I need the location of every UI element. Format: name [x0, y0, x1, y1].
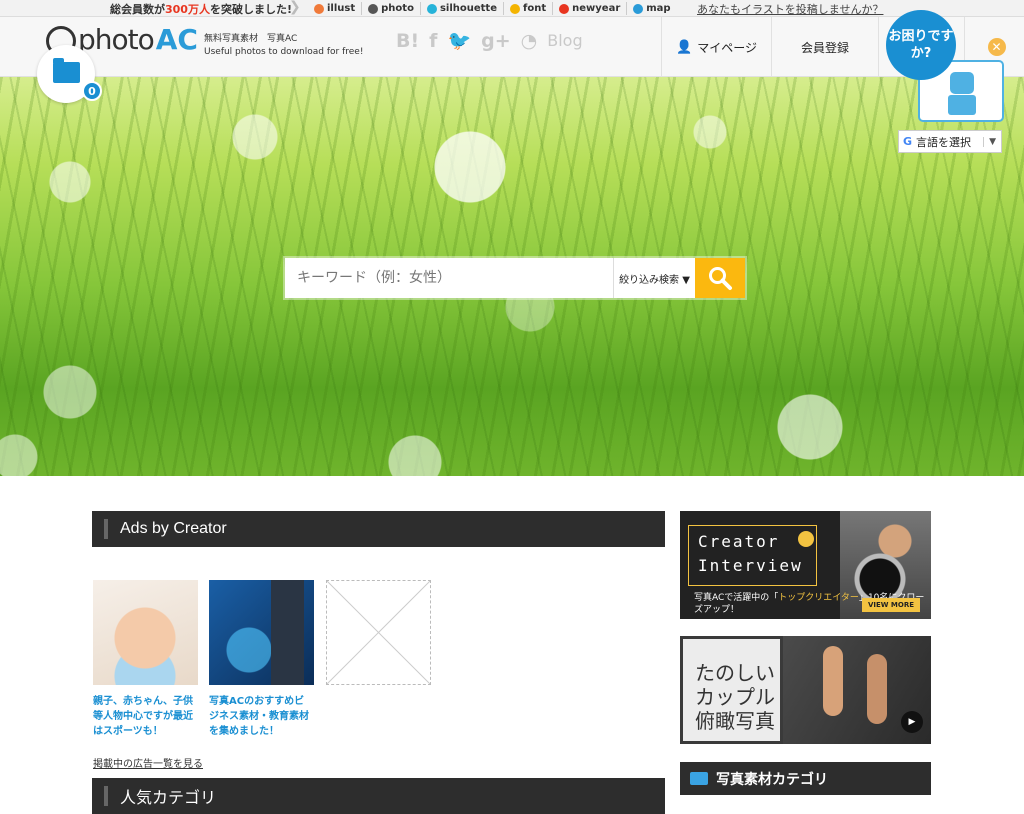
search-input[interactable]	[285, 258, 613, 298]
ad-thumbnail-baby[interactable]	[93, 580, 198, 685]
favorites-folder[interactable]: 0	[37, 45, 102, 103]
help-bubble[interactable]: お困りですか?	[886, 10, 956, 80]
newyear-icon	[559, 3, 570, 14]
placeholder-cross-icon	[326, 580, 431, 685]
illust-icon	[314, 3, 324, 14]
search-icon	[709, 267, 732, 290]
dropdown-arrow-icon: ▼	[983, 136, 1001, 147]
person-figure	[823, 646, 843, 716]
facebook-icon[interactable]: f	[429, 30, 437, 52]
social-links: B! f 🐦 g+ ◔ Blog	[396, 29, 593, 53]
couple-photo-banner[interactable]: たのしい カップル 俯瞰写真 ▶	[680, 636, 931, 744]
rss-icon[interactable]: ◔	[521, 30, 538, 52]
person-figure	[867, 654, 887, 724]
creator-interview-title: Creator Interview	[688, 525, 817, 586]
user-icon: 👤	[676, 39, 693, 55]
twitter-icon[interactable]: 🐦	[447, 29, 471, 52]
blog-link[interactable]: Blog	[547, 31, 582, 50]
google-icon: G	[903, 135, 913, 148]
member-count: 300万人	[165, 3, 210, 16]
map-icon	[633, 3, 644, 14]
ad-item-empty	[326, 580, 431, 685]
couple-image: ▶	[783, 636, 931, 744]
folder-icon	[690, 772, 708, 785]
banner-text: たのしい カップル 俯瞰写真	[695, 661, 775, 733]
ad-placeholder	[326, 580, 431, 685]
ads-section-header: Ads by Creator	[92, 511, 665, 547]
site-link-silhouette[interactable]: silhouette	[421, 2, 504, 15]
tagline: 無料写真素材 写真AC Useful photos to download fo…	[204, 34, 364, 57]
top-bar: 総会員数が300万人を突破しました! ❯ illust photo silhou…	[0, 0, 1024, 17]
robot-body	[948, 95, 976, 115]
filter-search-button[interactable]: 絞り込み検索 ▼	[613, 258, 695, 298]
silhouette-icon	[426, 3, 437, 14]
site-link-map[interactable]: map	[627, 2, 676, 15]
popular-categories-header: 人気カテゴリ	[92, 778, 665, 814]
font-icon	[510, 3, 520, 14]
close-icon[interactable]: ✕	[987, 38, 1006, 56]
hatena-bookmark-icon[interactable]: B!	[396, 30, 419, 52]
site-link-newyear[interactable]: newyear	[553, 2, 628, 15]
ads-list-link[interactable]: 掲載中の広告一覧を見る	[93, 755, 203, 770]
site-header: photo AC 無料写真素材 写真AC Useful photos to dow…	[0, 17, 1024, 77]
play-icon[interactable]: ▶	[901, 711, 923, 733]
ad-item[interactable]: 親子、赤ちゃん、子供等人物中心ですが最近はスポーツも！	[93, 580, 198, 739]
creator-logo-icon	[798, 531, 814, 547]
ad-thumbnail-business[interactable]	[209, 580, 314, 685]
photo-icon	[368, 3, 379, 14]
mypage-button[interactable]: 👤 マイページ	[661, 17, 771, 77]
register-button[interactable]: 会員登録	[771, 17, 878, 77]
photo-category-header: 写真素材カテゴリ	[680, 762, 931, 795]
banner-text-panel: たのしい カップル 俯瞰写真	[680, 636, 783, 744]
member-notice: 総会員数が300万人を突破しました!	[110, 3, 292, 16]
site-link-font[interactable]: font	[504, 2, 554, 15]
robot-icon	[950, 72, 974, 94]
ad-item[interactable]: 写真ACのおすすめビジネス素材・教育素材を集めました！	[209, 580, 314, 739]
post-illust-link[interactable]: あなたもイラストを投稿しませんか？	[697, 1, 883, 17]
ad-caption[interactable]: 親子、赤ちゃん、子供等人物中心ですが最近はスポーツも！	[93, 694, 198, 739]
site-links: illust photo silhouette font newyear map	[308, 2, 677, 15]
folder-count-badge: 0	[82, 81, 102, 101]
language-selector[interactable]: G 言語を選択 ▼	[898, 130, 1002, 153]
folder-icon	[53, 58, 80, 83]
creator-interview-banner[interactable]: Creator Interview 写真ACで活躍中の「トップクリエイター」10…	[680, 511, 931, 619]
site-link-illust[interactable]: illust	[308, 2, 363, 15]
site-link-photo[interactable]: photo	[362, 2, 421, 15]
search-bar: 絞り込み検索 ▼	[285, 258, 745, 298]
google-plus-icon[interactable]: g+	[481, 30, 511, 52]
view-more-button[interactable]: VIEW MORE	[862, 598, 920, 612]
search-button[interactable]	[695, 258, 745, 298]
chevron-right-icon: ❯	[289, 0, 301, 15]
ad-caption[interactable]: 写真ACのおすすめビジネス素材・教育素材を集めました！	[209, 694, 314, 739]
